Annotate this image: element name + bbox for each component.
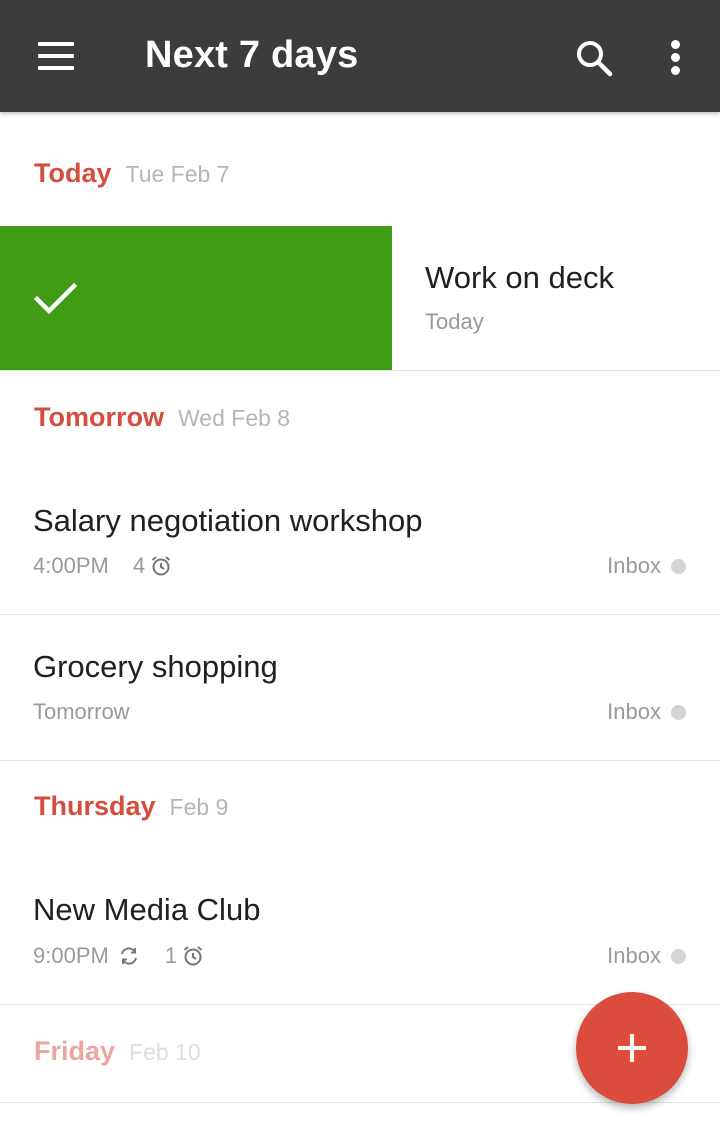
complete-swipe-area[interactable] [0,226,392,370]
alarm-icon [183,946,203,966]
section-day: Tomorrow [34,402,164,432]
page-title: Next 7 days [145,34,359,76]
section-header-thursday: Thursday Feb 9 [34,791,228,831]
project-name: Inbox [607,553,661,578]
task-due: Today [425,309,484,334]
section-day: Today [34,158,112,188]
task-name: Work on deck [425,260,614,295]
divider [0,760,720,761]
app-bar: Next 7 days [0,0,720,112]
section-date: Feb 10 [129,1039,201,1065]
project-color-dot [671,558,686,574]
task-row-salary-negotiation[interactable]: Salary negotiation workshop 4:00PM 4 Inb… [0,468,720,614]
search-icon[interactable] [570,34,618,82]
reminder-count: 4 [132,553,146,578]
section-header-friday: Friday Feb 10 [34,1036,201,1076]
project-label[interactable]: Inbox [607,943,686,969]
check-icon [33,282,78,315]
hamburger-menu-icon[interactable] [28,32,84,80]
add-task-button[interactable] [576,992,688,1104]
section-day: Friday [34,1036,116,1066]
task-time: 4:00PM [33,553,109,578]
project-label[interactable]: Inbox [607,553,686,579]
task-row-work-on-deck[interactable]: Work on deck Today [0,226,720,371]
section-day: Thursday [34,791,156,821]
task-content: Work on deck Today [392,226,720,370]
task-meta: 4:00PM 4 [33,553,173,579]
section-date: Wed Feb 8 [178,405,291,431]
section-header-tomorrow: Tomorrow Wed Feb 8 [34,402,290,442]
section-header-today: Today Tue Feb 7 [34,158,230,198]
task-row-new-media-club[interactable]: New Media Club 9:00PM 1 Inbox [0,858,720,1004]
project-color-dot [671,948,686,964]
divider [0,1102,720,1103]
task-time: 9:00PM [33,943,109,968]
task-row-grocery-shopping[interactable]: Grocery shopping Tomorrow Inbox [0,615,720,761]
section-date: Tue Feb 7 [125,161,230,187]
task-name: Salary negotiation workshop [33,503,423,538]
reminder-count: 1 [164,943,178,968]
alarm-icon [151,556,171,576]
task-name: New Media Club [33,892,261,927]
more-vertical-icon[interactable] [654,34,698,82]
project-label[interactable]: Inbox [607,699,686,725]
divider [0,370,720,371]
task-name: Grocery shopping [33,649,278,684]
project-color-dot [671,704,686,720]
project-name: Inbox [607,699,661,724]
section-date: Feb 9 [169,794,229,820]
task-meta: 9:00PM 1 [33,943,205,969]
project-name: Inbox [607,943,661,968]
task-due: Tomorrow [33,699,130,724]
repeat-icon [120,947,137,965]
